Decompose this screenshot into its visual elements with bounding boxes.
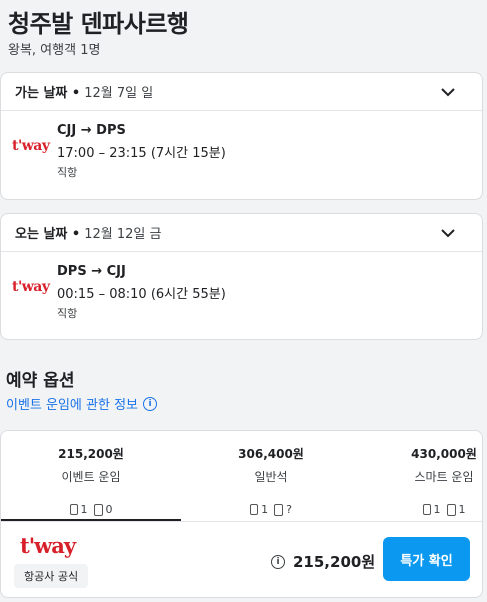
page-title: 청주발 덴파사르행 [8,10,189,38]
fare-price: 430,000원 [411,447,477,461]
fare-name: 이벤트 운임 [61,470,121,484]
total-price-value: 215,200원 [293,553,376,571]
chevron-down-icon[interactable] [438,223,458,243]
fare-option-event[interactable]: 215,200원 이벤트 운임 1 0 [31,431,151,521]
fare-option-smart[interactable]: 430,000원 스마트 운임 1 1 [384,431,482,521]
outbound-direction-label: 가는 날짜 • [15,86,81,101]
outbound-flight: t'way CJJ → DPS 17:00 – 23:15 (7시간 15분) … [1,111,482,194]
fare-option-economy[interactable]: 306,400원 일반석 1 ? [211,431,331,521]
fare-info-link-label: 이벤트 운임에 관한 정보 [6,398,138,413]
outbound-header[interactable]: 가는 날짜 • 12월 7일 일 [1,73,482,111]
checked-count: 1 [458,503,466,516]
airline-logo: t'way [20,533,76,558]
baggage-info: 1 ? [211,503,331,516]
carry-on-count: 1 [433,503,441,516]
fare-name: 일반석 [254,470,288,484]
checked-count: 0 [105,503,113,516]
inbound-direction-label: 오는 날짜 • [15,227,81,242]
outbound-card: 가는 날짜 • 12월 7일 일 t'way CJJ → DPS 17:00 –… [0,72,483,200]
inbound-header[interactable]: 오는 날짜 • 12월 12일 금 [1,214,482,252]
inbound-flight: t'way DPS → CJJ 00:15 – 08:10 (6시간 55분) … [1,252,482,335]
inbound-stops: 직항 [57,307,78,320]
fare-name: 스마트 운임 [414,470,474,484]
airline-logo: t'way [12,279,50,295]
official-airline-badge: 항공사 공식 [14,564,89,588]
divider [1,521,482,522]
outbound-stops: 직항 [57,166,78,179]
outbound-date: 12월 7일 일 [84,86,154,101]
baggage-info: 1 0 [31,503,151,516]
booking-options-title: 예약 옵션 [6,371,75,391]
checked-count: ? [286,503,292,516]
chevron-down-icon[interactable] [438,82,458,102]
carry-on-count: 1 [80,503,88,516]
carry-on-count: 1 [261,503,269,516]
checked-bag-icon [446,503,456,516]
fare-price: 215,200원 [58,447,124,461]
inbound-card: 오는 날짜 • 12월 12일 금 t'way DPS → CJJ 00:15 … [0,213,483,340]
checked-bag-icon [93,503,103,516]
baggage-info: 1 1 [384,503,482,516]
fare-options-card: 215,200원 이벤트 운임 1 0 306,400원 일반석 1 ? 430… [0,430,483,598]
carry-on-bag-icon [422,504,431,515]
inbound-route: DPS → CJJ [57,264,126,279]
trip-summary: 왕복, 여행객 1명 [8,43,101,58]
carry-on-bag-icon [250,504,259,515]
carry-on-bag-icon [69,504,78,515]
info-icon[interactable]: i [271,554,285,569]
info-icon: i [143,396,157,411]
fare-price: 306,400원 [238,447,304,461]
outbound-times: 17:00 – 23:15 (7시간 15분) [57,146,226,161]
checked-bag-icon [274,503,284,516]
total-price: i 215,200원 [271,551,375,572]
inbound-date: 12월 12일 금 [84,227,162,242]
fare-info-link[interactable]: 이벤트 운임에 관한 정보 i [6,394,157,413]
airline-logo: t'way [12,138,50,154]
check-deal-button[interactable]: 특가 확인 [383,537,470,581]
outbound-route: CJJ → DPS [57,123,126,138]
inbound-times: 00:15 – 08:10 (6시간 55분) [57,287,226,302]
